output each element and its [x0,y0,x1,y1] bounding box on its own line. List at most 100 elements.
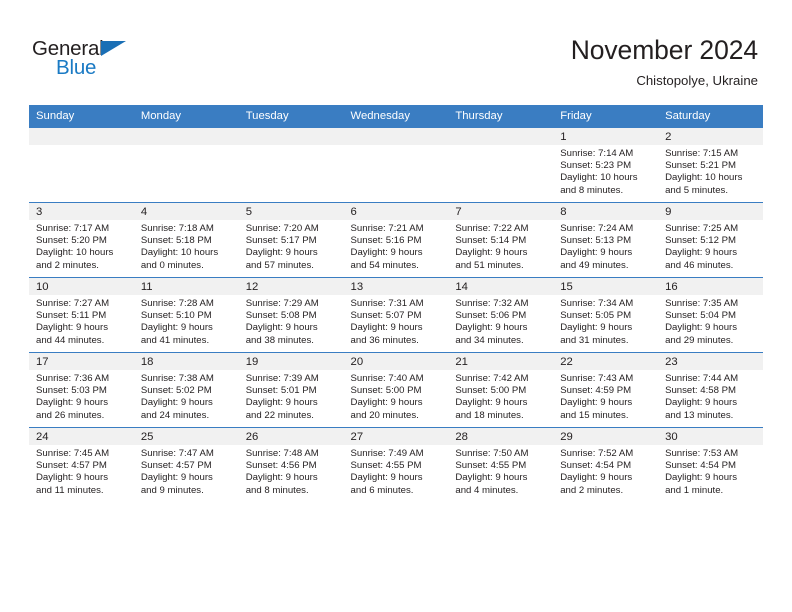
day-detail-line: Sunset: 5:18 PM [140,235,212,247]
calendar-day-cell[interactable]: 18 Sunrise: 7:38 AM Sunset: 5:02 PM Dayligh… [133,352,239,428]
day-number: 13 [343,278,449,295]
day-detail-line: Daylight: 9 hours [140,397,213,409]
day-details: Sunrise: 7:53 AM Sunset: 4:54 PM Daylight:… [658,445,763,497]
day-detail-line: and 46 minutes. [665,259,734,271]
day-details: Sunrise: 7:45 AM Sunset: 4:57 PM Daylight:… [29,445,134,497]
weekday-header-monday: Monday [133,105,239,128]
day-details: Sunrise: 7:40 AM Sunset: 5:00 PM Daylight:… [344,370,449,422]
day-detail-line: Daylight: 9 hours [665,397,738,409]
day-detail-line: Sunrise: 7:36 AM [36,373,110,384]
day-detail-line: Sunrise: 7:53 AM [665,448,739,459]
calendar-day-cell[interactable]: 12 Sunrise: 7:29 AM Sunset: 5:08 PM Dayligh… [238,277,344,353]
day-detail-line: Sunset: 4:54 PM [560,460,632,472]
day-number: 29 [553,428,659,445]
calendar-day-cell[interactable]: 21 Sunrise: 7:42 AM Sunset: 5:00 PM Dayligh… [448,352,554,428]
day-detail-line: Sunset: 5:03 PM [36,385,107,397]
day-detail-line: and 18 minutes. [455,409,524,421]
day-number: 3 [29,203,134,220]
calendar-week-row: 10 Sunrise: 7:27 AM Sunset: 5:11 PM Dayligh… [29,277,763,353]
calendar-day-cell[interactable]: 10 Sunrise: 7:27 AM Sunset: 5:11 PM Dayligh… [29,277,134,353]
calendar-day-cell[interactable]: 17 Sunrise: 7:36 AM Sunset: 5:03 PM Dayligh… [29,352,134,428]
calendar-day-cell[interactable]: 9 Sunrise: 7:25 AM Sunset: 5:12 PM Daylight… [658,202,763,278]
day-number: 8 [553,203,659,220]
day-detail-line: Sunset: 5:23 PM [560,160,632,172]
day-detail-line: Sunrise: 7:21 AM [350,223,424,234]
calendar-day-cell[interactable]: 29 Sunrise: 7:52 AM Sunset: 4:54 PM Dayligh… [553,427,659,502]
calendar-day-cell[interactable]: 20 Sunrise: 7:40 AM Sunset: 5:00 PM Dayligh… [343,352,449,428]
calendar-day-cell[interactable]: 6 Sunrise: 7:21 AM Sunset: 5:16 PM Daylight… [343,202,449,278]
calendar-day-cell[interactable]: 1 Sunrise: 7:14 AM Sunset: 5:23 PM Daylight… [553,127,659,203]
day-detail-line: Daylight: 9 hours [350,397,423,409]
day-detail-line: Sunset: 4:55 PM [350,460,422,472]
calendar-day-cell[interactable]: 11 Sunrise: 7:28 AM Sunset: 5:10 PM Dayligh… [133,277,239,353]
day-detail-line: and 31 minutes. [560,334,629,346]
day-details: Sunrise: 7:18 AM Sunset: 5:18 PM Daylight:… [134,220,239,272]
calendar-day-cell[interactable]: 2 Sunrise: 7:15 AM Sunset: 5:21 PM Daylight… [658,127,763,203]
calendar-day-cell[interactable]: 27 Sunrise: 7:49 AM Sunset: 4:55 PM Dayligh… [343,427,449,502]
day-detail-line: Sunset: 5:11 PM [36,310,107,322]
calendar-day-cell[interactable]: 14 Sunrise: 7:32 AM Sunset: 5:06 PM Dayligh… [448,277,554,353]
day-detail-line: Daylight: 9 hours [455,397,528,409]
day-number: 23 [658,353,763,370]
day-detail-line: and 13 minutes. [665,409,734,421]
day-number: 25 [133,428,239,445]
day-detail-line: and 8 minutes. [560,184,624,196]
calendar-day-cell-empty [343,127,449,203]
calendar-week-row: 17 Sunrise: 7:36 AM Sunset: 5:03 PM Dayligh… [29,352,763,428]
calendar-day-cell[interactable]: 22 Sunrise: 7:43 AM Sunset: 4:59 PM Dayligh… [553,352,659,428]
calendar-day-cell[interactable]: 13 Sunrise: 7:31 AM Sunset: 5:07 PM Dayligh… [343,277,449,353]
weekday-header-thursday: Thursday [448,105,554,128]
day-detail-line: and 51 minutes. [455,259,524,271]
calendar-day-cell[interactable]: 24 Sunrise: 7:45 AM Sunset: 4:57 PM Dayligh… [29,427,134,502]
day-detail-line: Sunset: 5:20 PM [36,235,107,247]
day-number [343,128,449,145]
location-subtitle: Chistopolye, Ukraine [636,73,758,88]
general-blue-logo[interactable]: General Blue [32,38,192,88]
day-detail-line: Sunrise: 7:43 AM [560,373,634,384]
calendar-day-cell[interactable]: 16 Sunrise: 7:35 AM Sunset: 5:04 PM Dayligh… [658,277,763,353]
weekday-header-sunday: Sunday [29,105,134,128]
day-detail-line: Sunset: 4:56 PM [245,460,317,472]
day-details: Sunrise: 7:42 AM Sunset: 5:00 PM Daylight:… [448,370,553,422]
calendar-day-cell[interactable]: 25 Sunrise: 7:47 AM Sunset: 4:57 PM Dayligh… [133,427,239,502]
day-detail-line: Sunrise: 7:18 AM [140,223,214,234]
day-number: 6 [343,203,449,220]
calendar-day-cell[interactable]: 5 Sunrise: 7:20 AM Sunset: 5:17 PM Daylight… [238,202,344,278]
day-detail-line: Sunset: 5:07 PM [350,310,422,322]
day-detail-line: Sunrise: 7:27 AM [36,298,110,309]
calendar-day-cell[interactable]: 23 Sunrise: 7:44 AM Sunset: 4:58 PM Dayligh… [658,352,763,428]
day-details: Sunrise: 7:32 AM Sunset: 5:06 PM Daylight:… [448,295,553,347]
day-details [344,145,449,148]
calendar-day-cell[interactable]: 28 Sunrise: 7:50 AM Sunset: 4:55 PM Dayligh… [448,427,554,502]
calendar-day-cell[interactable]: 8 Sunrise: 7:24 AM Sunset: 5:13 PM Daylight… [553,202,659,278]
calendar-body: 1 Sunrise: 7:14 AM Sunset: 5:23 PM Daylight… [29,127,763,502]
day-number: 28 [448,428,554,445]
calendar-day-cell[interactable]: 15 Sunrise: 7:34 AM Sunset: 5:05 PM Dayligh… [553,277,659,353]
day-details [29,145,134,148]
calendar-day-cell[interactable]: 30 Sunrise: 7:53 AM Sunset: 4:54 PM Dayligh… [658,427,763,502]
day-number: 10 [29,278,134,295]
calendar-day-cell[interactable]: 3 Sunrise: 7:17 AM Sunset: 5:20 PM Daylight… [29,202,134,278]
weekday-header-friday: Friday [553,105,659,128]
day-detail-line: and 2 minutes. [36,259,99,271]
day-detail-line: and 24 minutes. [140,409,210,421]
day-detail-line: Sunset: 5:16 PM [350,235,422,247]
day-number [238,128,344,145]
calendar-day-cell[interactable]: 7 Sunrise: 7:22 AM Sunset: 5:14 PM Daylight… [448,202,554,278]
day-details: Sunrise: 7:29 AM Sunset: 5:08 PM Daylight:… [239,295,344,347]
day-details: Sunrise: 7:43 AM Sunset: 4:59 PM Daylight:… [553,370,658,422]
weekday-header-wednesday: Wednesday [343,105,449,128]
calendar-week-row: 24 Sunrise: 7:45 AM Sunset: 4:57 PM Dayligh… [29,427,763,502]
day-details: Sunrise: 7:38 AM Sunset: 5:02 PM Daylight:… [134,370,239,422]
calendar-day-cell[interactable]: 19 Sunrise: 7:39 AM Sunset: 5:01 PM Dayligh… [238,352,344,428]
weekday-header-row: Sunday Monday Tuesday Wednesday Thursday… [29,105,763,128]
day-details: Sunrise: 7:47 AM Sunset: 4:57 PM Daylight:… [134,445,239,497]
day-number: 18 [133,353,239,370]
day-detail-line: Daylight: 10 hours [560,172,638,184]
day-details: Sunrise: 7:36 AM Sunset: 5:03 PM Daylight:… [29,370,134,422]
calendar-day-cell[interactable]: 4 Sunrise: 7:18 AM Sunset: 5:18 PM Daylight… [133,202,239,278]
day-detail-line: and 1 minute. [665,484,724,496]
day-detail-line: Sunrise: 7:14 AM [560,148,634,159]
day-detail-line: Daylight: 9 hours [36,472,108,484]
calendar-day-cell[interactable]: 26 Sunrise: 7:48 AM Sunset: 4:56 PM Dayligh… [238,427,344,502]
